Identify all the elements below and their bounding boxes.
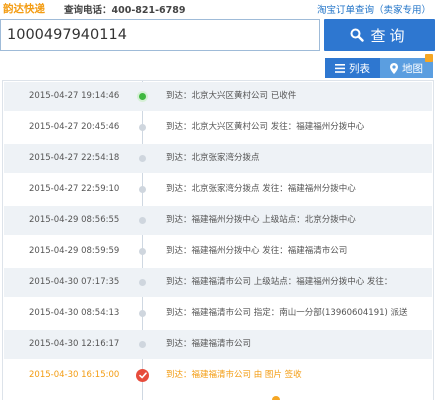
hotline-text: 查询电话：400-821-6789 bbox=[64, 5, 186, 16]
map-view-label: 地图 bbox=[402, 62, 423, 75]
tracking-row: 2015-04-29 08:59:59 到达：福建福州分拨中心 发往：福建福清市… bbox=[3, 236, 433, 267]
list-icon bbox=[335, 63, 345, 73]
row-time: 2015-04-29 08:56:55 bbox=[29, 215, 120, 225]
row-time: 2015-04-30 12:16:17 bbox=[29, 339, 120, 349]
tracking-page: 韵达快递 查询电话：400-821-6789 淘宝订单查询（卖家专用） 1000… bbox=[0, 0, 436, 400]
tracking-row: 2015-04-29 08:56:55 到达：福建福州分拨中心 上级站点：北京分… bbox=[3, 205, 433, 236]
brand-logo-text: 韵达快递 bbox=[3, 3, 45, 15]
row-description: 到达：北京张家湾分拨点 bbox=[166, 153, 260, 163]
status-dot-icon bbox=[139, 217, 146, 224]
taobao-order-link[interactable]: 淘宝订单查询（卖家专用） bbox=[317, 2, 431, 16]
list-view-label: 列表 bbox=[349, 62, 370, 75]
row-description: 到达：北京大兴区黄村公司 发往：福建福州分拨中心 bbox=[166, 122, 365, 132]
row-time: 2015-04-30 08:54:13 bbox=[29, 308, 120, 318]
status-dot-icon bbox=[139, 124, 146, 131]
status-dot-icon bbox=[139, 279, 146, 286]
tracking-row: 2015-04-30 07:17:35 到达：福建福清市公司 上级站点：福建福州… bbox=[3, 267, 433, 298]
status-dot-icon bbox=[139, 155, 146, 162]
row-time: 2015-04-27 19:14:46 bbox=[29, 91, 120, 101]
bottom-indicator-icon bbox=[272, 396, 280, 400]
tracking-row: 2015-04-27 22:54:18 到达：北京张家湾分拨点 bbox=[3, 143, 433, 174]
tracking-row: 2015-04-30 12:16:17 到达：福建福清市公司 bbox=[3, 329, 433, 360]
row-time: 2015-04-27 22:54:18 bbox=[29, 153, 120, 163]
signed-check-icon bbox=[136, 369, 149, 382]
tracking-number-input[interactable]: 1000497940114 bbox=[0, 19, 320, 51]
search-button[interactable]: 查询 bbox=[324, 19, 435, 51]
tracking-row: 2015-04-30 08:54:13 到达：福建福清市公司 指定：南山一分部(… bbox=[3, 298, 433, 329]
map-view-button[interactable]: 地图 bbox=[380, 54, 433, 78]
row-time: 2015-04-27 22:59:10 bbox=[29, 184, 120, 194]
row-description: 到达：福建福清市公司 由 图片 签收 bbox=[166, 370, 302, 380]
row-time: 2015-04-30 16:15:00 bbox=[29, 370, 120, 380]
status-dot-icon bbox=[139, 341, 146, 348]
tracking-row: 2015-04-27 22:59:10 到达：北京张家湾分拨点 发往：福建福州分… bbox=[3, 174, 433, 205]
tracking-row-signed: 2015-04-30 16:15:00 到达：福建福清市公司 由 图片 签收 bbox=[3, 360, 433, 391]
new-badge bbox=[425, 54, 433, 62]
row-description: 到达：福建福清市公司 指定：南山一分部(13960604191) 派送 bbox=[166, 308, 408, 318]
row-description: 到达：福建福清市公司 bbox=[166, 339, 252, 349]
status-dot-icon bbox=[139, 186, 146, 193]
status-dot-icon bbox=[139, 310, 146, 317]
header: 韵达快递 查询电话：400-821-6789 淘宝订单查询（卖家专用） bbox=[0, 0, 436, 18]
search-button-label: 查询 bbox=[370, 26, 409, 45]
row-description: 到达：北京大兴区黄村公司 已收件 bbox=[166, 91, 297, 101]
tracking-row: 2015-04-27 20:45:46 到达：北京大兴区黄村公司 发往：福建福州… bbox=[3, 112, 433, 143]
row-description: 到达：福建福清市公司 上级站点：福建福州分拨中心 发往： bbox=[166, 277, 393, 287]
row-description: 到达：福建福州分拨中心 上级站点：北京分拨中心 bbox=[166, 215, 356, 225]
row-time: 2015-04-30 07:17:35 bbox=[29, 277, 120, 287]
search-icon bbox=[350, 28, 365, 42]
status-dot-icon bbox=[139, 248, 146, 255]
list-view-button[interactable]: 列表 bbox=[325, 58, 380, 78]
tracking-timeline: 2015-04-27 19:14:46 到达：北京大兴区黄村公司 已收件 201… bbox=[2, 80, 434, 400]
status-dot-icon bbox=[139, 93, 146, 100]
tracking-row: 2015-04-27 19:14:46 到达：北京大兴区黄村公司 已收件 bbox=[3, 81, 433, 112]
row-time: 2015-04-29 08:59:59 bbox=[29, 246, 120, 256]
row-description: 到达：北京张家湾分拨点 发往：福建福州分拨中心 bbox=[166, 184, 356, 194]
map-pin-icon bbox=[390, 62, 398, 74]
row-description: 到达：福建福州分拨中心 发往：福建福清市公司 bbox=[166, 246, 348, 256]
row-time: 2015-04-27 20:45:46 bbox=[29, 122, 120, 132]
